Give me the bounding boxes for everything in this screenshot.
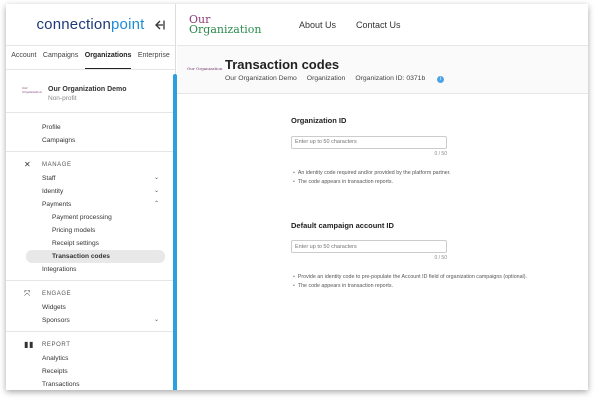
- logo-row: connectionpoint: [6, 4, 175, 46]
- nav-contact-us[interactable]: Contact Us: [356, 20, 401, 30]
- sidebar-item-label: Campaigns: [42, 137, 76, 144]
- org-id-text: Organization ID: 0371b: [355, 74, 426, 82]
- default-campaign-account-id-field-group: Default campaign account ID 0 / 50 Provi…: [291, 221, 531, 292]
- sidebar-item-payments[interactable]: Payments ⌃: [6, 198, 175, 211]
- help-item: The code appears in transaction reports.: [293, 178, 531, 187]
- tab-organizations[interactable]: Organizations: [84, 52, 132, 69]
- sidebar-item-analytics[interactable]: Analytics: [6, 352, 175, 365]
- collapse-sidebar-icon[interactable]: [153, 19, 165, 31]
- org-card[interactable]: Our Organization Our Organization Demo N…: [6, 70, 175, 113]
- organization-brand-logo[interactable]: Our Organization: [189, 14, 285, 36]
- sidebar-item-widgets[interactable]: Widgets: [6, 301, 175, 314]
- sidebar-item-label: Receipt settings: [52, 240, 99, 247]
- section-heading: MANAGE: [42, 162, 72, 168]
- sidebar-item-label: Receipts: [42, 368, 68, 375]
- divider: [6, 331, 175, 332]
- sidebar-item-label: Payment processing: [52, 214, 112, 221]
- tools-icon: ✕: [24, 160, 32, 169]
- section-engage: ⤧ ENGAGE: [6, 287, 175, 301]
- bar-chart-icon: ▮▮: [24, 340, 35, 349]
- sidebar-item-label: Transaction codes: [52, 253, 110, 260]
- organization-id-input[interactable]: [291, 135, 447, 149]
- sidebar-item-identity[interactable]: Identity ⌄: [6, 185, 175, 198]
- divider: [6, 280, 175, 281]
- organization-id-counter: 0 / 50: [434, 150, 447, 157]
- chevron-down-icon: ⌄: [153, 317, 159, 323]
- sidebar-item-sponsors[interactable]: Sponsors ⌄: [6, 314, 175, 327]
- connectionpoint-logo[interactable]: connectionpoint: [36, 16, 144, 33]
- logo-part2: point: [111, 16, 145, 33]
- sidebar-item-label: Staff: [42, 175, 56, 182]
- sidebar-item-label: Sponsors: [42, 317, 70, 324]
- sidebar-item-payment-processing[interactable]: Payment processing: [6, 211, 175, 224]
- org-name: Our Organization Demo: [48, 86, 127, 93]
- breadcrumb-organization[interactable]: Organization: [307, 75, 346, 82]
- sidebar-item-receipt-settings[interactable]: Receipt settings: [6, 237, 175, 250]
- org-avatar: Our Organization: [22, 86, 42, 94]
- default-campaign-account-id-counter: 0 / 50: [434, 255, 447, 261]
- sidebar-tabs: Account Campaigns Organizations Enterpri…: [6, 46, 175, 70]
- breadcrumb-org[interactable]: Our Organization Demo: [225, 75, 297, 82]
- page-header: Our Organization Transaction codes Our O…: [177, 46, 588, 94]
- sidebar-item-staff[interactable]: Staff ⌄: [6, 172, 175, 185]
- sidebar-item-label: Payments: [42, 201, 72, 208]
- sidebar-item-transactions[interactable]: Transactions: [6, 378, 175, 390]
- organization-id-label: Organization ID: [291, 116, 347, 125]
- chevron-down-icon: ⌄: [153, 188, 159, 194]
- main-content: Our Organization About Us Contact Us Our…: [177, 4, 588, 390]
- default-campaign-account-id-input[interactable]: [291, 240, 447, 253]
- chevron-down-icon: ⌄: [153, 175, 159, 181]
- section-report: ▮▮ REPORT: [6, 338, 175, 352]
- sidebar-item-pricing-models[interactable]: Pricing models: [6, 224, 175, 237]
- organization-id-field-group: Organization ID 0 / 50 An identity code …: [291, 116, 531, 187]
- tab-enterprise[interactable]: Enterprise: [138, 52, 170, 69]
- logo-part1: connection: [36, 16, 112, 33]
- section-heading: ENGAGE: [42, 291, 72, 297]
- sidebar-item-integrations[interactable]: Integrations: [6, 263, 175, 276]
- info-icon[interactable]: i: [437, 75, 445, 83]
- top-navigation: Our Organization About Us Contact Us: [177, 4, 588, 46]
- brand-line2: Organization: [189, 22, 262, 36]
- nav-about-us[interactable]: About Us: [299, 20, 336, 30]
- help-text: An identity code required and/or provide…: [297, 169, 451, 176]
- sidebar-item-label: Integrations: [42, 266, 77, 273]
- page-title: Transaction codes: [225, 56, 340, 72]
- help-item: The code appears in transaction reports.: [293, 282, 531, 291]
- org-type: Non-profit: [48, 95, 77, 102]
- sidebar-item-label: Widgets: [42, 304, 66, 311]
- section-heading: REPORT: [42, 342, 71, 348]
- help-item: An identity code required and/or provide…: [293, 169, 531, 178]
- sidebar: connectionpoint Account Campaigns Organi…: [6, 4, 176, 390]
- sidebar-nav: Profile Campaigns ✕ MANAGE Staff ⌄ Identi…: [6, 113, 175, 390]
- help-text: Provide an identity code to pre-populate…: [297, 274, 527, 280]
- sidebar-item-transaction-codes[interactable]: Transaction codes: [26, 250, 165, 263]
- tab-campaigns[interactable]: Campaigns: [43, 52, 78, 69]
- divider: [6, 151, 175, 152]
- sidebar-item-receipts[interactable]: Receipts: [6, 365, 175, 378]
- breadcrumb: Our Organization Demo Organization Organ…: [225, 75, 464, 83]
- help-text: The code appears in transaction reports.: [297, 178, 393, 185]
- page-org-avatar: Our Organization: [187, 66, 223, 72]
- organization-id-help: An identity code required and/or provide…: [291, 169, 531, 187]
- sidebar-item-label: Identity: [42, 188, 64, 195]
- help-item: Provide an identity code to pre-populate…: [293, 273, 531, 282]
- sidebar-item-label: Analytics: [42, 355, 69, 362]
- engage-icon: ⤧: [24, 289, 31, 298]
- sidebar-item-label: Profile: [42, 124, 61, 131]
- section-manage: ✕ MANAGE: [6, 158, 175, 172]
- default-campaign-account-id-label: Default campaign account ID: [291, 220, 394, 230]
- tab-account[interactable]: Account: [11, 52, 36, 69]
- help-text: The code appears in transaction reports.: [297, 283, 393, 289]
- chevron-up-icon: ⌃: [153, 201, 159, 207]
- app-window: connectionpoint Account Campaigns Organi…: [6, 4, 588, 390]
- sidebar-item-campaigns[interactable]: Campaigns: [6, 134, 175, 147]
- sidebar-item-profile[interactable]: Profile: [6, 121, 175, 134]
- org-id-label: Organization ID: 0371b i: [355, 75, 454, 83]
- transaction-codes-form: Organization ID 0 / 50 An identity code …: [291, 116, 531, 291]
- sidebar-item-label: Pricing models: [52, 227, 96, 234]
- default-campaign-account-id-help: Provide an identity code to pre-populate…: [291, 273, 531, 291]
- sidebar-item-label: Transactions: [42, 381, 80, 388]
